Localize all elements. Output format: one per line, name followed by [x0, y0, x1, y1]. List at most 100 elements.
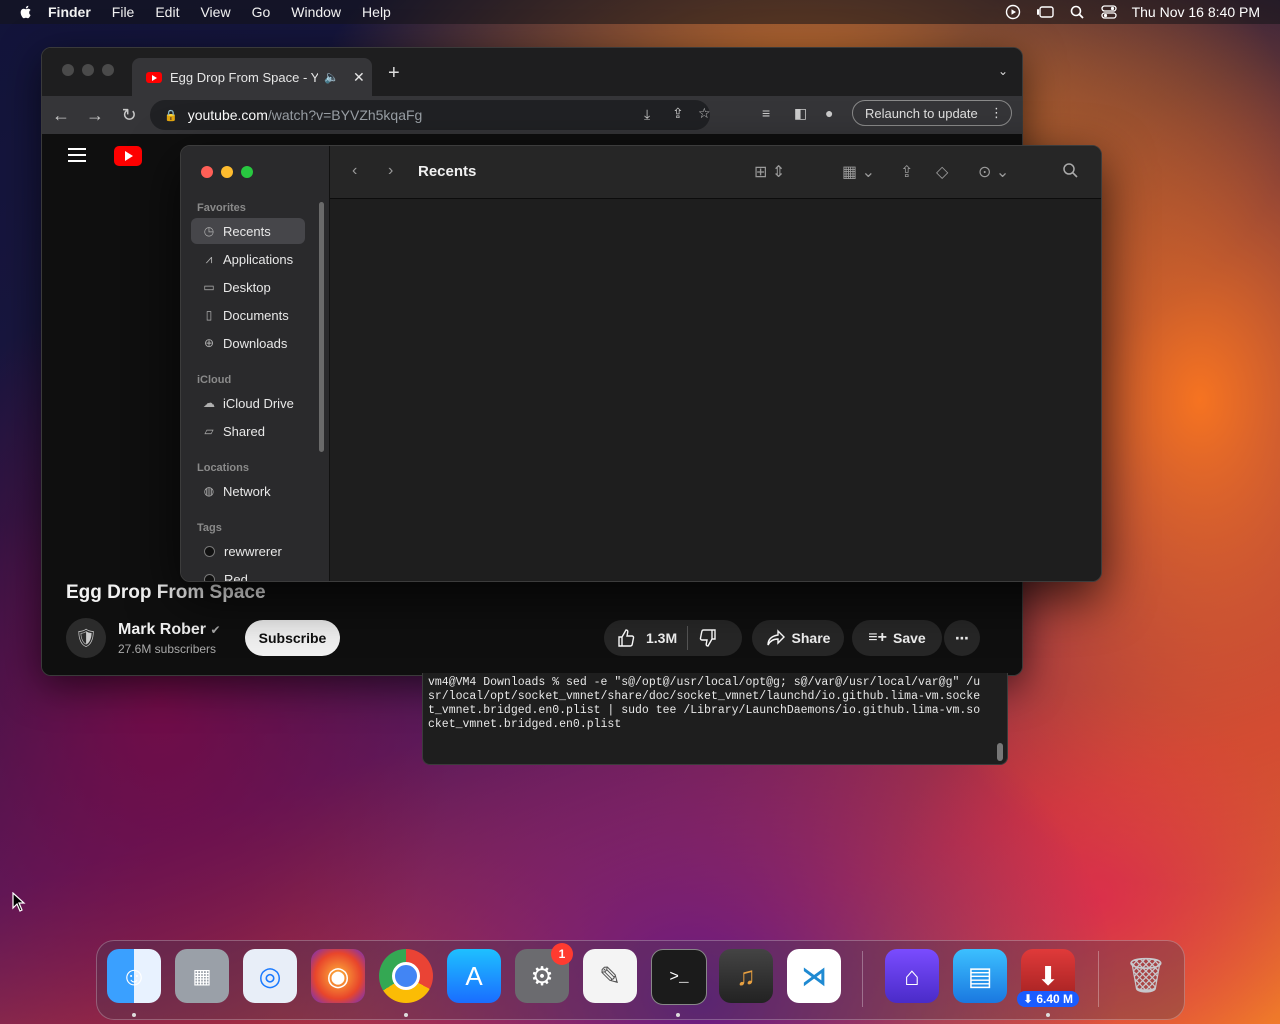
sidebar-item-shared[interactable]: ▱ Shared: [191, 418, 305, 444]
sidebar-item-label: Downloads: [223, 335, 288, 351]
new-tab-button[interactable]: +: [388, 62, 400, 85]
finder-zoom-button[interactable]: [241, 166, 253, 178]
group-by-icon[interactable]: ▦ ⌄: [842, 162, 875, 182]
video-title: Egg Drop From Space: [66, 582, 266, 603]
tag-icon[interactable]: ◇: [936, 162, 948, 182]
chrome-menu-icon[interactable]: ⋮: [990, 105, 1003, 121]
menu-file[interactable]: File: [112, 4, 135, 20]
save-button[interactable]: ≡+ Save: [852, 620, 942, 656]
sidebar-item-downloads[interactable]: ⊕ Downloads: [191, 330, 305, 356]
zoom-window-button[interactable]: [102, 64, 114, 76]
dock-finder-icon[interactable]: ☺: [107, 949, 161, 1003]
sidebar-item-label: Network: [223, 483, 271, 499]
more-horizontal-icon: ⋯: [955, 629, 969, 646]
dock-chrome-icon[interactable]: [379, 949, 433, 1003]
hamburger-menu-icon[interactable]: [68, 148, 86, 166]
share-button[interactable]: Share: [752, 620, 844, 656]
sidebar-item-tag-red[interactable]: Red: [191, 566, 305, 582]
dock-app-store-icon[interactable]: A: [447, 949, 501, 1003]
apple-menu-icon[interactable]: [18, 4, 34, 20]
thumbs-up-icon: [618, 629, 635, 647]
dock-vscode-icon[interactable]: ⋊: [787, 949, 841, 1003]
like-button[interactable]: 1.3M: [616, 628, 677, 648]
menu-help[interactable]: Help: [362, 4, 391, 20]
finder-back-icon[interactable]: ‹: [352, 162, 357, 180]
subscribe-button[interactable]: Subscribe: [245, 620, 340, 656]
finder-forward-icon[interactable]: ›: [388, 162, 393, 180]
dock-downloader-icon[interactable]: ⬇ ⬇ 6.40 M: [1017, 949, 1079, 1007]
dock-launchpad-icon[interactable]: ▦: [175, 949, 229, 1003]
menu-view[interactable]: View: [200, 4, 230, 20]
tab-search-chevron-icon[interactable]: ⌄: [998, 64, 1008, 78]
finder-close-button[interactable]: [201, 166, 213, 178]
sidebar-item-label: iCloud Drive: [223, 395, 294, 411]
finder-search-icon[interactable]: [1062, 162, 1078, 183]
sidebar-item-desktop[interactable]: ▭ Desktop: [191, 274, 305, 300]
more-actions-icon[interactable]: ⊙ ⌄: [978, 162, 1009, 182]
menu-clock[interactable]: Thu Nov 16 8:40 PM: [1132, 4, 1260, 20]
dock-textedit-icon[interactable]: ✎: [583, 949, 637, 1003]
sidebar-item-label: Red: [224, 571, 248, 582]
stage-manager-icon[interactable]: [1036, 4, 1054, 20]
sidebar-section-favorites: Favorites: [197, 202, 246, 214]
sidebar-item-icloud-drive[interactable]: ☁ iCloud Drive: [191, 390, 305, 416]
dock-garageband-icon[interactable]: ♫: [719, 949, 773, 1003]
sidebar-item-recents[interactable]: ◷ Recents: [191, 218, 305, 244]
dock-terminal-icon[interactable]: >_: [651, 949, 707, 1005]
relaunch-to-update-button[interactable]: Relaunch to update ⋮: [852, 100, 1012, 126]
menu-window[interactable]: Window: [291, 4, 341, 20]
install-icon[interactable]: ⤓: [644, 106, 650, 123]
menu-go[interactable]: Go: [252, 4, 271, 20]
tab-audio-icon[interactable]: 🔈: [324, 70, 339, 84]
sidebar-item-applications[interactable]: ⩘ Applications: [191, 246, 305, 272]
dock-keynote-icon[interactable]: ▤: [953, 949, 1007, 1003]
subscriber-count: 27.6M subscribers: [118, 641, 217, 656]
menu-bar: Finder File Edit View Go Window Help Thu…: [0, 0, 1280, 24]
youtube-logo-icon[interactable]: [114, 146, 142, 166]
spotlight-search-icon[interactable]: [1068, 4, 1086, 20]
sidebar-item-tag-rewwrerer[interactable]: rewwrerer: [191, 538, 305, 564]
sidebar-scrollbar[interactable]: [319, 202, 324, 452]
terminal-window[interactable]: vm4@VM4 Downloads % sed -e "s@/opt@/usr/…: [422, 673, 1008, 765]
dock-apple-configurator-icon[interactable]: ⌂: [885, 949, 939, 1003]
control-center-icon[interactable]: [1100, 4, 1118, 20]
lock-icon[interactable]: 🔒: [164, 109, 178, 122]
menu-app-finder[interactable]: Finder: [48, 4, 91, 20]
sidebar-item-documents[interactable]: ▯ Documents: [191, 302, 305, 328]
minimize-window-button[interactable]: [82, 64, 94, 76]
profile-icon[interactable]: ●: [825, 105, 833, 121]
back-arrow-icon[interactable]: ←: [46, 105, 76, 126]
tab-close-icon[interactable]: ✕: [353, 69, 365, 86]
window-controls: [62, 64, 114, 76]
channel-avatar[interactable]: 🛡: [66, 618, 106, 658]
channel-name[interactable]: Mark Rober: [118, 621, 206, 638]
terminal-scrollbar[interactable]: [997, 743, 1003, 761]
applications-icon: ⩘: [205, 251, 213, 266]
more-actions-button[interactable]: ⋯: [944, 620, 980, 656]
view-grid-icon[interactable]: ⊞ ⇕: [754, 162, 785, 182]
address-bar[interactable]: 🔒 youtube.com/watch?v=BYVZh5kqaFg ⤓ ⇪ ☆: [150, 100, 711, 130]
dock-firefox-icon[interactable]: ◉: [311, 949, 365, 1003]
share-icon[interactable]: ⇪: [900, 162, 913, 182]
dock-separator: [1098, 951, 1099, 1007]
dislike-button[interactable]: [698, 628, 718, 648]
thumbs-down-icon: [699, 629, 716, 647]
tab-youtube[interactable]: Egg Drop From Space - Yo 🔈 ✕: [132, 58, 372, 96]
mouse-cursor-icon: [12, 892, 26, 912]
forward-arrow-icon[interactable]: →: [80, 105, 110, 126]
side-panel-icon[interactable]: ◧: [794, 105, 807, 122]
now-playing-icon[interactable]: [1004, 4, 1022, 20]
finder-minimize-button[interactable]: [221, 166, 233, 178]
sidebar-item-label: Recents: [223, 223, 271, 239]
close-window-button[interactable]: [62, 64, 74, 76]
reload-icon[interactable]: ↻: [114, 105, 144, 126]
dock-safari-icon[interactable]: ◎: [243, 949, 297, 1003]
dock-system-settings-icon[interactable]: ⚙ 1: [515, 943, 573, 1003]
dock-trash-icon[interactable]: 🗑: [1119, 949, 1173, 1003]
share-page-icon[interactable]: ⇪: [672, 105, 684, 122]
menu-edit[interactable]: Edit: [155, 4, 179, 20]
reading-list-icon[interactable]: ≡: [762, 105, 770, 121]
running-indicator: [1046, 1013, 1050, 1017]
bookmark-star-icon[interactable]: ☆: [698, 105, 711, 122]
sidebar-item-network[interactable]: ◍ Network: [191, 478, 305, 504]
